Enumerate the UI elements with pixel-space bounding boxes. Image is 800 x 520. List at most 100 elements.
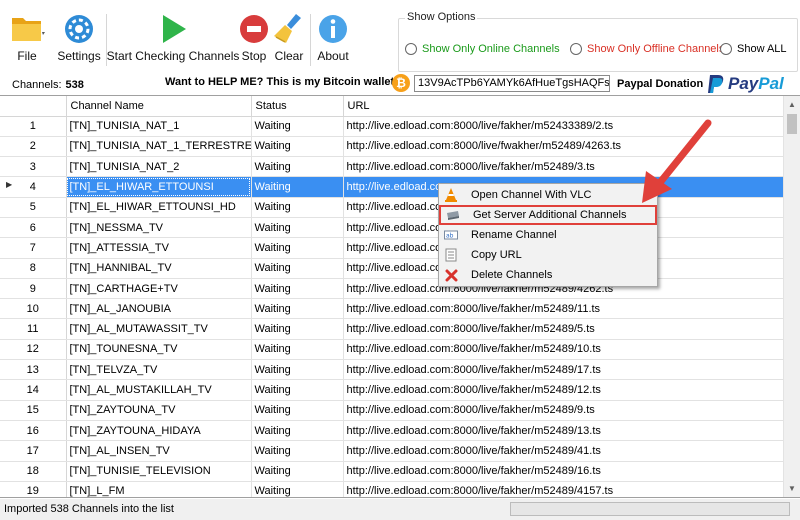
cell-url[interactable]: http://live.edload.com:8000/live/fakher/… xyxy=(343,318,784,340)
table-row[interactable]: 5 [TN]_EL_HIWAR_ETTOUNSI_HD Waiting http://… xyxy=(0,197,784,218)
cell-status[interactable]: Waiting xyxy=(251,278,344,300)
table-row[interactable]: 7 [TN]_ATTESSIA_TV Waiting http://live.edlo… xyxy=(0,237,784,259)
row-number[interactable]: 10 xyxy=(0,298,67,320)
cell-url[interactable]: http://live.edload.com:8000/live/fwakher… xyxy=(343,136,784,158)
menu-item-delete-channels[interactable]: Delete Channels xyxy=(439,265,657,285)
cell-channel-name[interactable]: [TN]_EL_HIWAR_ETTOUNSI_HD xyxy=(66,197,252,218)
file-button[interactable]: File xyxy=(8,12,46,70)
table-row[interactable]: 3 [TN]_TUNISIA_NAT_2 Waiting http://live.ed… xyxy=(0,156,784,178)
table-row[interactable]: 8 [TN]_HANNIBAL_TV Waiting http://live.edlo… xyxy=(0,258,784,279)
cell-channel-name[interactable]: [TN]_ZAYTOUNA_HIDAYA xyxy=(66,420,252,442)
row-number[interactable]: 1 xyxy=(0,116,67,137)
row-number[interactable]: 7 xyxy=(0,237,67,259)
cell-channel-name[interactable]: [TN]_CARTHAGE+TV xyxy=(66,278,252,300)
cell-channel-name[interactable]: [TN]_NESSMA_TV xyxy=(66,217,252,239)
cell-url[interactable]: http://live.edload.com:8000/live/fakher/… xyxy=(343,339,784,361)
cell-status[interactable]: Waiting xyxy=(251,156,344,178)
cell-channel-name[interactable]: [TN]_TUNISIE_TELEVISION xyxy=(66,461,252,482)
clear-button[interactable]: Clear xyxy=(272,12,306,70)
cell-url[interactable]: http://live.edload.com:8000/live/fakher/… xyxy=(343,359,784,381)
table-row[interactable]: 1 [TN]_TUNISIA_NAT_1 Waiting http://live.ed… xyxy=(0,116,784,137)
cell-status[interactable]: Waiting xyxy=(251,197,344,218)
scroll-down-icon[interactable]: ▼ xyxy=(784,480,800,497)
cell-status[interactable]: Waiting xyxy=(251,116,344,137)
cell-status[interactable]: Waiting xyxy=(251,379,344,401)
table-row[interactable]: 11 [TN]_AL_MUTAWASSIT_TV Waiting http://liv… xyxy=(0,318,784,340)
cell-channel-name[interactable]: [TN]_AL_JANOUBIA xyxy=(66,298,252,320)
cell-status[interactable]: Waiting xyxy=(251,420,344,442)
row-number[interactable]: 14 xyxy=(0,379,67,401)
cell-status[interactable]: Waiting xyxy=(251,217,344,239)
cell-channel-name[interactable]: [TN]_EL_HIWAR_ETTOUNSI xyxy=(66,176,252,198)
start-checking-button[interactable]: Start Checking Channels xyxy=(107,12,239,70)
table-row[interactable]: 14 [TN]_AL_MUSTAKILLAH_TV Waiting http://li… xyxy=(0,379,784,401)
table-row[interactable]: 6 [TN]_NESSMA_TV Waiting http://live.edload… xyxy=(0,217,784,239)
row-number[interactable]: ▶ 4 xyxy=(0,176,67,198)
cell-channel-name[interactable]: [TN]_TUNISIA_NAT_1_TERRESTRE xyxy=(66,136,252,158)
table-row[interactable]: 9 [TN]_CARTHAGE+TV Waiting http://live.edlo… xyxy=(0,278,784,300)
table-row[interactable]: 12 [TN]_TOUNESNA_TV Waiting http://live.edl… xyxy=(0,339,784,361)
table-row[interactable]: 2 [TN]_TUNISIA_NAT_1_TERRESTRE Waiting http… xyxy=(0,136,784,158)
menu-item-open-vlc[interactable]: Open Channel With VLC xyxy=(439,185,657,205)
row-number[interactable]: 19 xyxy=(0,481,67,497)
settings-button[interactable]: Settings xyxy=(57,12,101,70)
show-online-radio[interactable]: Show Only Online Channels xyxy=(405,43,560,55)
row-number[interactable]: 6 xyxy=(0,217,67,239)
cell-status[interactable]: Waiting xyxy=(251,237,344,259)
row-number[interactable]: 8 xyxy=(0,258,67,279)
cell-status[interactable]: Waiting xyxy=(251,258,344,279)
cell-status[interactable]: Waiting xyxy=(251,318,344,340)
table-row[interactable]: 17 [TN]_AL_INSEN_TV Waiting http://live.edl… xyxy=(0,440,784,462)
table-row[interactable]: 15 [TN]_ZAYTOUNA_TV Waiting http://live.edl… xyxy=(0,400,784,421)
scroll-up-icon[interactable]: ▲ xyxy=(784,96,800,113)
row-number[interactable]: 11 xyxy=(0,318,67,340)
cell-status[interactable]: Waiting xyxy=(251,481,344,497)
paypal-donate-button[interactable]: Pay Pal xyxy=(707,74,784,94)
bitcoin-wallet-field[interactable]: 13V9AcTPb6YAMYk6AfHueTgsHAQFs9ptvF xyxy=(414,75,610,92)
cell-channel-name[interactable]: [TN]_TELVZA_TV xyxy=(66,359,252,381)
cell-status[interactable]: Waiting xyxy=(251,400,344,421)
cell-status[interactable]: Waiting xyxy=(251,461,344,482)
vertical-scrollbar[interactable]: ▲ ▼ xyxy=(783,96,800,497)
cell-url[interactable]: http://live.edload.com:8000/live/fakher/… xyxy=(343,400,784,421)
cell-channel-name[interactable]: [TN]_HANNIBAL_TV xyxy=(66,258,252,279)
stop-button[interactable]: Stop xyxy=(238,12,270,70)
row-number[interactable]: 9 xyxy=(0,278,67,300)
cell-channel-name[interactable]: [TN]_TUNISIA_NAT_2 xyxy=(66,156,252,178)
table-row[interactable]: 16 [TN]_ZAYTOUNA_HIDAYA Waiting http://live… xyxy=(0,420,784,442)
about-button[interactable]: About xyxy=(314,12,352,70)
row-number[interactable]: 2 xyxy=(0,136,67,158)
cell-url[interactable]: http://live.edload.com:8000/live/fakher/… xyxy=(343,481,784,497)
scroll-thumb[interactable] xyxy=(787,114,797,134)
show-all-radio[interactable]: Show ALL xyxy=(720,43,787,55)
cell-status[interactable]: Waiting xyxy=(251,339,344,361)
cell-channel-name[interactable]: [TN]_AL_MUSTAKILLAH_TV xyxy=(66,379,252,401)
cell-status[interactable]: Waiting xyxy=(251,298,344,320)
cell-status[interactable]: Waiting xyxy=(251,440,344,462)
row-number[interactable]: 18 xyxy=(0,461,67,482)
cell-url[interactable]: http://live.edload.com:8000/live/fakher/… xyxy=(343,420,784,442)
cell-status[interactable]: Waiting xyxy=(251,176,344,198)
row-number[interactable]: 16 xyxy=(0,420,67,442)
cell-status[interactable]: Waiting xyxy=(251,136,344,158)
row-number[interactable]: 12 xyxy=(0,339,67,361)
cell-url[interactable]: http://live.edload.com:8000/live/fakher/… xyxy=(343,156,784,178)
table-row[interactable]: 13 [TN]_TELVZA_TV Waiting http://live.edloa… xyxy=(0,359,784,381)
menu-item-copy-url[interactable]: Copy URL xyxy=(439,245,657,265)
row-number[interactable]: 5 xyxy=(0,197,67,218)
cell-channel-name[interactable]: [TN]_AL_INSEN_TV xyxy=(66,440,252,462)
cell-channel-name[interactable]: [TN]_L_FM xyxy=(66,481,252,497)
table-row[interactable]: ▶ 4 [TN]_EL_HIWAR_ETTOUNSI Waiting http://li… xyxy=(0,176,784,198)
column-header-url[interactable]: URL xyxy=(343,96,784,117)
menu-item-get-server-channels[interactable]: Get Server Additional Channels xyxy=(439,205,657,225)
row-number[interactable]: 3 xyxy=(0,156,67,178)
row-number[interactable]: 13 xyxy=(0,359,67,381)
cell-channel-name[interactable]: [TN]_ZAYTOUNA_TV xyxy=(66,400,252,421)
table-row[interactable]: 19 [TN]_L_FM Waiting http://live.edload.com… xyxy=(0,481,784,497)
row-number[interactable]: 15 xyxy=(0,400,67,421)
column-header-channel-name[interactable]: Channel Name xyxy=(66,96,252,117)
cell-url[interactable]: http://live.edload.com:8000/live/fakher/… xyxy=(343,116,784,137)
column-header-status[interactable]: Status xyxy=(251,96,344,117)
table-row[interactable]: 18 [TN]_TUNISIE_TELEVISION Waiting http://l… xyxy=(0,461,784,482)
row-number[interactable]: 17 xyxy=(0,440,67,462)
